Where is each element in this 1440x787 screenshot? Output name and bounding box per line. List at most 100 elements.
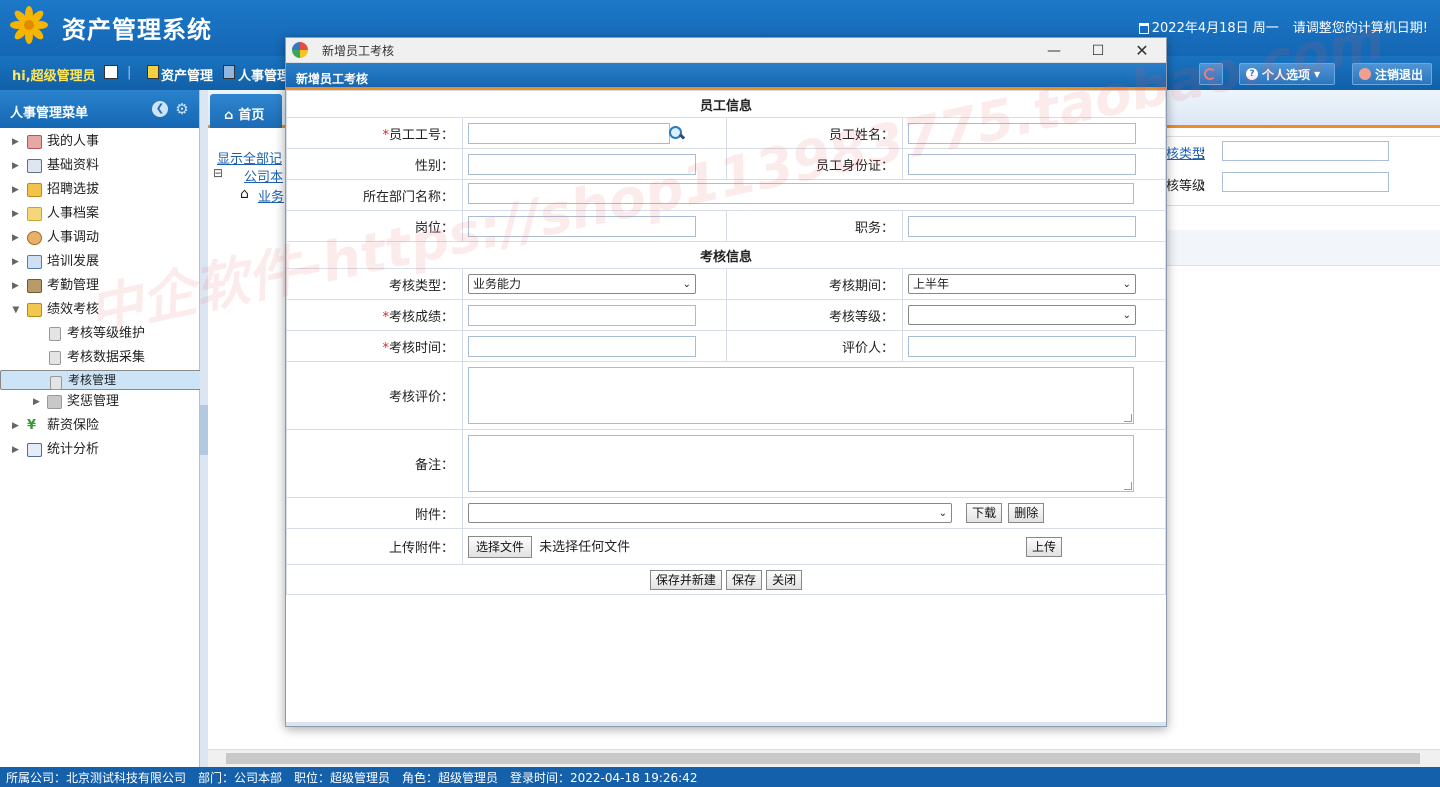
assess-type-select[interactable]: 业务能力 ⌄ (468, 274, 696, 294)
app-title: 资产管理系统 (62, 16, 212, 44)
expand-arrow-icon[interactable]: ▶ (12, 250, 19, 274)
signpost-icon (27, 303, 42, 317)
collapse-arrow-icon[interactable]: ▶ (3, 307, 27, 314)
tree-collapse-icon[interactable]: ⊟ (213, 166, 223, 180)
chevron-down-icon: ⌄ (938, 508, 947, 519)
maximize-icon[interactable]: ☐ (1076, 39, 1120, 63)
emp-name-input[interactable] (908, 122, 1136, 144)
remark-textarea[interactable] (468, 435, 1134, 492)
sidebar-item-label: 考核等级维护 (67, 326, 146, 341)
no-file-text: 未选择任何文件 (539, 539, 631, 555)
sidebar-item-label: 奖惩管理 (67, 394, 120, 409)
yen-icon: ¥ (27, 418, 37, 433)
tree-node-company[interactable]: 公司本 (244, 166, 283, 185)
logo-icon (10, 6, 48, 44)
personal-options-button[interactable]: ? 个人选项 ▼ (1239, 63, 1335, 85)
section-employee-info: 员工信息 (286, 90, 1166, 118)
expand-arrow-icon[interactable]: ▶ (12, 130, 19, 154)
filter-type-input[interactable] (1222, 141, 1389, 161)
date-hint[interactable]: 请调整您的计算机日期! (1293, 17, 1428, 36)
sidebar-subitem-rewards-punishments[interactable]: ▶ 奖惩管理 (0, 390, 199, 414)
house-icon: ⌂ (240, 186, 249, 202)
dept-label: 所在部门名称： (286, 179, 463, 211)
assess-score-input[interactable] (468, 304, 696, 326)
sidebar-item-recruitment[interactable]: ▶ 招聘选拔 (0, 178, 199, 202)
delete-button[interactable]: 删除 (1008, 503, 1045, 523)
speaker-icon (27, 183, 42, 197)
expand-arrow-icon[interactable]: ▶ (12, 226, 19, 250)
expand-arrow-icon[interactable]: ▶ (12, 154, 19, 178)
expand-arrow-icon[interactable]: ▶ (33, 390, 40, 414)
sidebar-subitem-level-maintenance[interactable]: 考核等级维护 (0, 322, 199, 346)
reviewer-input[interactable] (908, 335, 1136, 357)
assess-level-select[interactable]: ⌄ (908, 305, 1136, 325)
expand-arrow-icon[interactable]: ▶ (12, 178, 19, 202)
sidebar-item-attendance[interactable]: ▶ 考勤管理 (0, 274, 199, 298)
upload-cell: 选择文件 未选择任何文件 上传 (462, 528, 1166, 565)
horizontal-scrollbar[interactable] (208, 749, 1440, 767)
sidebar-item-my-hr[interactable]: ▶ 我的人事 (0, 130, 199, 154)
splitter-handle[interactable] (200, 405, 208, 455)
expand-arrow-icon[interactable]: ▶ (12, 274, 19, 298)
sidebar-subitem-data-collection[interactable]: 考核数据采集 (0, 346, 199, 370)
sidebar-subitem-assessment-management[interactable]: 考核管理 (0, 370, 228, 390)
calculator-icon[interactable] (104, 65, 118, 79)
filter-level-input[interactable] (1222, 172, 1389, 192)
assess-period-select[interactable]: 上半年 ⌄ (908, 274, 1136, 294)
tab-home[interactable]: ⌂ 首页 (210, 94, 282, 128)
nav-asset-management[interactable]: 资产管理 (161, 65, 213, 84)
duty-cell (902, 210, 1166, 242)
show-all-link[interactable]: 显示全部记 (217, 148, 282, 167)
assess-score-cell (462, 299, 727, 331)
sidebar-item-performance[interactable]: ▶ 绩效考核 (0, 298, 199, 322)
window-titlebar[interactable]: 新增员工考核 — ☐ ✕ (286, 38, 1166, 63)
expand-arrow-icon[interactable]: ▶ (12, 202, 19, 226)
sidebar-item-salary-insurance[interactable]: ▶ ¥ 薪资保险 (0, 414, 199, 438)
gear-icon[interactable]: ⚙ (174, 101, 190, 117)
assess-type-cell: 业务能力 ⌄ (462, 268, 727, 300)
status-bar: 所属公司：北京测试科技有限公司 部门：公司本部 职位：超级管理员 角色：超级管理… (0, 767, 1440, 787)
resize-grip-icon[interactable] (1124, 414, 1132, 422)
tree-node-business[interactable]: 业务 (258, 186, 284, 205)
sidebar-item-training[interactable]: ▶ 培训发展 (0, 250, 199, 274)
id-card-input[interactable] (908, 153, 1136, 175)
assess-time-cell (462, 330, 727, 362)
attachment-select[interactable]: ⌄ (468, 503, 952, 523)
logout-button[interactable]: 注销退出 (1352, 63, 1432, 85)
sidebar-item-basic-data[interactable]: ▶ 基础资料 (0, 154, 199, 178)
collapse-left-icon[interactable]: ❮ (152, 101, 168, 117)
scrollbar-thumb[interactable] (226, 753, 1420, 764)
expand-arrow-icon[interactable]: ▶ (12, 414, 19, 438)
monitor-icon (27, 255, 42, 269)
search-icon[interactable] (668, 125, 684, 141)
resize-grip-icon[interactable] (1124, 482, 1132, 490)
sidebar-title: 人事管理菜单 (10, 106, 89, 121)
save-button[interactable]: 保存 (725, 569, 762, 590)
refresh-button[interactable] (1199, 63, 1223, 85)
close-button[interactable]: 关闭 (766, 569, 803, 590)
gender-input[interactable] (468, 153, 696, 175)
sidebar-item-hr-archives[interactable]: ▶ 人事档案 (0, 202, 199, 226)
assess-time-input[interactable] (468, 335, 696, 357)
assess-comment-textarea[interactable] (468, 367, 1134, 424)
sidebar-item-hr-transfer[interactable]: ▶ 人事调动 (0, 226, 199, 250)
reviewer-label: 评价人： (726, 330, 903, 362)
post-input[interactable] (468, 215, 696, 237)
chevron-down-icon: ⌄ (682, 279, 691, 290)
duty-label: 职务： (726, 210, 903, 242)
dept-input[interactable] (468, 182, 1134, 204)
action-row: 保存并新建 保存 关闭 (286, 564, 1166, 595)
expand-arrow-icon[interactable]: ▶ (12, 438, 19, 462)
user-logout-icon (1359, 68, 1371, 80)
sidebar-item-statistics[interactable]: ▶ 统计分析 (0, 438, 199, 462)
minimize-icon[interactable]: — (1032, 39, 1076, 63)
emp-no-input[interactable] (468, 122, 670, 144)
download-button[interactable]: 下载 (966, 503, 1003, 523)
upload-button[interactable]: 上传 (1026, 537, 1063, 557)
nav-hr-management[interactable]: 人事管理 (238, 65, 290, 84)
close-icon[interactable]: ✕ (1120, 39, 1164, 63)
choose-file-button[interactable]: 选择文件 (468, 535, 533, 558)
save-and-new-button[interactable]: 保存并新建 (649, 569, 722, 590)
users-icon (27, 231, 42, 245)
duty-input[interactable] (908, 215, 1136, 237)
